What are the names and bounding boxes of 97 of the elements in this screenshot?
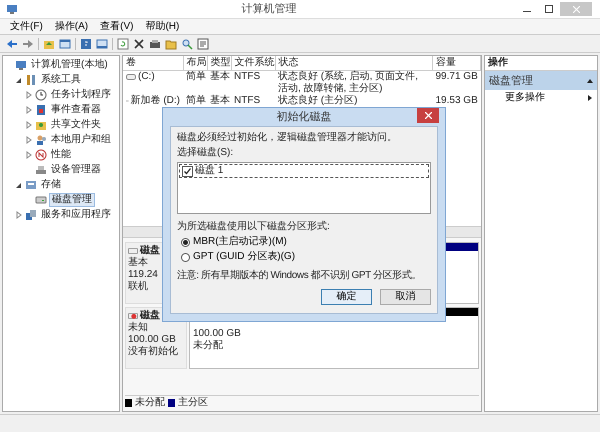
- expand-arrow-icon[interactable]: [25, 150, 33, 158]
- tree-item[interactable]: 磁盘管理: [49, 192, 95, 206]
- dialog-title: 初始化磁盘: [276, 111, 332, 123]
- device-icon: [35, 164, 47, 176]
- menu-item[interactable]: 帮助(H): [145, 20, 180, 32]
- table-cell: (C:): [138, 71, 155, 83]
- help-icon[interactable]: [80, 38, 92, 50]
- table-cell-text: 19.53 GB: [434, 95, 479, 107]
- table-cell-text: 简单: [185, 95, 207, 107]
- storage-icon: [25, 178, 37, 190]
- disk-info: 没有初始化: [128, 346, 178, 358]
- table-cell: 99.71 GB: [432, 70, 480, 95]
- tree-item[interactable]: 共享文件夹: [49, 118, 103, 130]
- folder-icon[interactable]: [165, 38, 177, 50]
- computer-icon: [15, 58, 27, 70]
- close-button[interactable]: [417, 108, 439, 123]
- expand-arrow-icon[interactable]: [25, 120, 33, 128]
- back-arrow-icon[interactable]: [6, 38, 18, 50]
- tree-item[interactable]: 事件查看器: [49, 104, 103, 116]
- table-cell: 基本: [207, 70, 231, 95]
- disk-info: 100.00 GB: [128, 334, 176, 346]
- menu-item[interactable]: 操作(A): [54, 20, 88, 32]
- caret-icon: [587, 95, 593, 101]
- legend-label: 主分区: [178, 396, 208, 408]
- table-cell: NTFS: [231, 70, 275, 95]
- radio-button[interactable]: [181, 252, 190, 262]
- disk-info: 基本: [128, 257, 148, 269]
- expand-arrow-icon[interactable]: [25, 90, 33, 98]
- delete-icon[interactable]: [133, 38, 145, 50]
- services-icon: [25, 208, 37, 220]
- tree-item[interactable]: 系统工具: [39, 74, 83, 86]
- radio-option[interactable]: GPT (GUID 分区表)(G): [177, 251, 431, 263]
- disk-name: 磁盘: [140, 245, 160, 256]
- collapse-arrow-icon[interactable]: [15, 180, 23, 188]
- radio-option[interactable]: MBR(主启动记录)(M): [177, 236, 431, 248]
- disk-info: 119.24: [128, 269, 158, 280]
- partition-style-label: 为所选磁盘使用以下磁盘分区形式:: [177, 221, 330, 233]
- clock-icon: [35, 88, 47, 100]
- tree-item[interactable]: 性能: [49, 148, 73, 160]
- table-cell-text: NTFS: [233, 95, 262, 107]
- window-title: 计算机管理: [240, 3, 298, 15]
- checkbox[interactable]: [182, 166, 193, 176]
- tools-icon: [25, 74, 37, 86]
- search-icon[interactable]: [181, 38, 193, 50]
- dialog-message: 磁盘必须经过初始化，逻辑磁盘管理器才能访问。: [177, 132, 398, 144]
- event-icon: [35, 104, 47, 116]
- list-label: 选择磁盘(S):: [177, 147, 234, 159]
- column-header[interactable]: 类型: [207, 56, 231, 70]
- panel-icon[interactable]: [59, 38, 71, 50]
- column-header[interactable]: 卷: [123, 56, 183, 70]
- column-header[interactable]: 文件系统: [231, 56, 275, 70]
- disk-info: 未知: [128, 322, 148, 334]
- table-cell: 简单: [183, 70, 207, 95]
- disk-warning-icon: [128, 312, 138, 320]
- panel-icon[interactable]: [96, 38, 108, 50]
- table-cell-text: 基本: [209, 95, 231, 107]
- close-icon: [424, 112, 432, 119]
- list-icon[interactable]: [197, 38, 209, 50]
- column-header[interactable]: 布局: [183, 56, 207, 70]
- computer-icon: [6, 3, 18, 15]
- table-cell: 新加卷 (D:): [130, 95, 180, 107]
- dialog-button[interactable]: 确定: [321, 289, 372, 305]
- tree-item[interactable]: 本地用户和组: [49, 134, 113, 146]
- maximize-icon: [545, 5, 553, 13]
- radio-button[interactable]: [181, 238, 190, 246]
- properties-icon[interactable]: [149, 38, 161, 50]
- tree-item[interactable]: 服务和应用程序: [39, 208, 113, 220]
- dialog-button[interactable]: 取消: [380, 289, 431, 305]
- collapse-arrow-icon[interactable]: [15, 76, 23, 84]
- table-cell: 状态良好 (系统, 启动, 页面文件, 活动, 故障转储, 主分区): [275, 70, 432, 95]
- disk-list-item[interactable]: 磁盘 1: [179, 164, 429, 178]
- users-icon: [35, 134, 47, 146]
- action-item[interactable]: 更多操作: [485, 90, 597, 106]
- table-cell-text: 状态良好 (主分区): [277, 95, 358, 107]
- partition-info: 未分配: [193, 340, 224, 352]
- note-text: 注意: 所有早期版本的 Windows 都不识别 GPT 分区形式。: [177, 270, 422, 282]
- expand-arrow-icon[interactable]: [15, 210, 23, 218]
- disk-name: 磁盘: [140, 310, 160, 322]
- column-header[interactable]: 状态: [275, 56, 432, 70]
- disk-info: 联机: [128, 281, 148, 293]
- tree-item[interactable]: 计算机管理(本地): [29, 58, 110, 70]
- expand-arrow-icon[interactable]: [25, 136, 33, 144]
- column-header[interactable]: 容量: [432, 56, 480, 70]
- actions-section[interactable]: 磁盘管理: [485, 71, 597, 90]
- perf-icon: [35, 148, 47, 160]
- legend-label: 未分配: [135, 396, 165, 408]
- menu-item[interactable]: 查看(V): [100, 20, 134, 32]
- disk-item-label: 磁盘 1: [195, 165, 224, 177]
- menu-item[interactable]: 文件(F): [10, 20, 43, 32]
- tree-item[interactable]: 任务计划程序: [49, 88, 113, 100]
- close-icon: [572, 6, 580, 12]
- tree-item[interactable]: 设备管理器: [49, 164, 103, 176]
- refresh-icon[interactable]: [117, 38, 129, 50]
- partition-info: 100.00 GB: [193, 328, 242, 340]
- expand-arrow-icon[interactable]: [25, 106, 33, 114]
- tree-item[interactable]: 存储: [39, 178, 63, 190]
- forward-arrow-icon[interactable]: [22, 38, 34, 50]
